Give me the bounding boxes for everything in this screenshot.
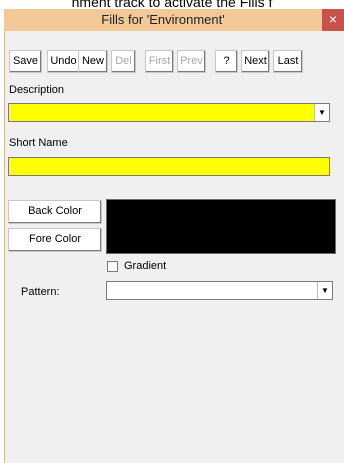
gradient-checkbox[interactable] — [107, 261, 118, 272]
next-button[interactable]: Next — [241, 50, 270, 73]
delete-button[interactable]: Del — [111, 50, 136, 73]
save-button[interactable]: Save — [9, 50, 42, 73]
new-button[interactable]: New — [78, 50, 108, 73]
fill-color-preview[interactable] — [106, 199, 336, 254]
window-body: Save Undo New Del First Prev ? Next Last… — [4, 31, 344, 463]
close-icon[interactable]: × — [322, 9, 344, 31]
description-label: Description — [9, 84, 65, 96]
caption-text: nment track to activate the Fills f — [71, 0, 273, 9]
window-title: Fills for 'Environment' — [101, 12, 225, 27]
pattern-label: Pattern: — [21, 286, 60, 298]
help-button[interactable]: ? — [215, 50, 238, 73]
description-dropdown[interactable]: ▼ — [8, 103, 330, 122]
back-color-button[interactable]: Back Color — [8, 200, 102, 224]
chevron-down-icon[interactable]: ▼ — [317, 282, 332, 299]
last-button[interactable]: Last — [273, 50, 303, 73]
prev-button[interactable]: Prev — [177, 50, 206, 73]
undo-button[interactable]: Undo — [47, 50, 80, 73]
short-name-label: Short Name — [9, 137, 68, 149]
short-name-field[interactable] — [8, 157, 330, 176]
chevron-down-icon[interactable]: ▼ — [314, 104, 329, 121]
pattern-dropdown[interactable]: ▼ — [106, 281, 333, 300]
gradient-label: Gradient — [124, 260, 167, 272]
fore-color-button[interactable]: Fore Color — [8, 228, 102, 252]
title-bar: Fills for 'Environment' × — [4, 9, 344, 31]
first-button[interactable]: First — [145, 50, 174, 73]
